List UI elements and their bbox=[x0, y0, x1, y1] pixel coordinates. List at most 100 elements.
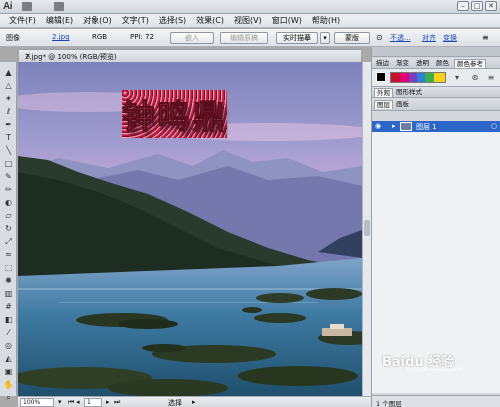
align-link[interactable]: 对齐 bbox=[422, 33, 436, 43]
tab-graphic-styles[interactable]: 图形样式 bbox=[394, 88, 424, 97]
zoom-dropdown-icon[interactable]: ▾ bbox=[58, 398, 62, 406]
layers-panel-tabs: 图层 画板 bbox=[372, 99, 500, 111]
last-artboard-icon[interactable]: ⏭ bbox=[114, 398, 120, 407]
hand-tool-icon[interactable]: ✋ bbox=[3, 379, 14, 390]
artboard-canvas[interactable]: 钟鸣鼎 bbox=[18, 62, 362, 396]
menu-effect[interactable]: 效果(C) bbox=[191, 15, 229, 26]
blend-tool-icon[interactable]: ◎ bbox=[3, 340, 14, 351]
base-color-swatch[interactable] bbox=[376, 72, 386, 82]
status-menu-icon[interactable]: ▸ bbox=[192, 398, 196, 406]
free-transform-tool-icon[interactable]: ⬚ bbox=[3, 262, 14, 273]
magic-wand-tool-icon[interactable]: ✶ bbox=[3, 93, 14, 104]
eyedropper-tool-icon[interactable]: ⁄ bbox=[3, 327, 14, 338]
vertical-scrollbar[interactable] bbox=[362, 62, 371, 396]
edit-original-button[interactable]: 编辑原稿 bbox=[220, 32, 268, 44]
mesh-tool-icon[interactable]: # bbox=[3, 301, 14, 312]
pencil-tool-icon[interactable]: ✏ bbox=[3, 184, 14, 195]
recolor-icon[interactable]: ⊙ bbox=[376, 33, 383, 42]
scrollbar-thumb[interactable] bbox=[364, 220, 370, 236]
layer-name[interactable]: 图层 1 bbox=[416, 122, 437, 132]
mask-button[interactable]: 蒙版 bbox=[334, 32, 370, 44]
menu-view[interactable]: 视图(V) bbox=[229, 15, 267, 26]
menu-object[interactable]: 对象(O) bbox=[78, 15, 117, 26]
first-artboard-icon[interactable]: ⏮ bbox=[68, 398, 74, 407]
minimize-button[interactable]: – bbox=[457, 1, 469, 11]
prev-artboard-icon[interactable]: ◂ bbox=[76, 398, 80, 406]
line-tool-icon[interactable]: ╲ bbox=[3, 145, 14, 156]
paintbrush-tool-icon[interactable]: ✎ bbox=[3, 171, 14, 182]
zoom-tool-icon[interactable]: ⌕ bbox=[3, 392, 14, 403]
type-tool-icon[interactable]: T bbox=[3, 132, 14, 143]
document-tab[interactable]: 2.jpg* @ 100% (RGB/预览) ✕ bbox=[18, 49, 362, 62]
live-paint-bucket-icon[interactable]: ◭ bbox=[3, 353, 14, 364]
selection-tool-icon[interactable]: ▲ bbox=[3, 67, 14, 78]
target-circle-icon[interactable]: ○ bbox=[491, 122, 497, 130]
tab-transparency[interactable]: 透明 bbox=[414, 59, 431, 68]
image-label: 图像 bbox=[6, 34, 20, 42]
tab-layers[interactable]: 图层 bbox=[374, 100, 393, 109]
layers-status: 1 个图层 bbox=[372, 395, 500, 407]
transform-link[interactable]: 变换 bbox=[443, 33, 457, 43]
visibility-eye-icon[interactable]: ◉ bbox=[375, 122, 383, 130]
harmony-dropdown-icon[interactable]: ▾ bbox=[452, 73, 462, 83]
panel-dock-header[interactable] bbox=[372, 47, 500, 57]
direct-selection-tool-icon[interactable]: △ bbox=[3, 80, 14, 91]
layer-thumbnail bbox=[400, 122, 412, 131]
rectangle-tool-icon[interactable]: □ bbox=[3, 158, 14, 169]
close-window-button[interactable]: ✕ bbox=[485, 1, 497, 11]
window-controls: – □ ✕ bbox=[457, 1, 497, 11]
tab-color-guide[interactable]: 颜色参考 bbox=[454, 59, 486, 68]
menu-bar: 文件(F) 编辑(E) 对象(O) 文字(T) 选择(S) 效果(C) 视图(V… bbox=[0, 14, 500, 28]
expand-triangle-icon[interactable]: ▸ bbox=[392, 122, 400, 130]
column-graph-tool-icon[interactable]: ▥ bbox=[3, 288, 14, 299]
menu-edit[interactable]: 编辑(E) bbox=[41, 15, 78, 26]
title-bar: Ai – □ ✕ bbox=[0, 0, 500, 14]
color-guide-row: ▾ ⊛ ≡ bbox=[372, 69, 500, 87]
close-document-icon[interactable]: ✕ bbox=[25, 52, 356, 60]
tools-panel: ▲ △ ✶ ℓ ✒ T ╲ □ ✎ ✏ ◐ ▱ ↻ ⤢ ≈ ⬚ ✺ ▥ # ◧ … bbox=[0, 62, 17, 402]
eraser-tool-icon[interactable]: ▱ bbox=[3, 210, 14, 221]
menu-window[interactable]: 窗口(W) bbox=[267, 15, 307, 26]
linked-file-link[interactable]: 2.jpg bbox=[52, 33, 70, 41]
menu-file[interactable]: 文件(F) bbox=[4, 15, 41, 26]
pen-tool-icon[interactable]: ✒ bbox=[3, 119, 14, 130]
layer-count: 1 个图层 bbox=[376, 400, 402, 407]
gradient-tool-icon[interactable]: ◧ bbox=[3, 314, 14, 325]
panel-options-icon[interactable]: ≡ bbox=[486, 73, 496, 83]
lasso-tool-icon[interactable]: ℓ bbox=[3, 106, 14, 117]
menu-select[interactable]: 选择(S) bbox=[154, 15, 191, 26]
panel-menu-icon[interactable]: ≡ bbox=[482, 33, 489, 42]
tab-gradient[interactable]: 渐变 bbox=[394, 59, 411, 68]
current-tool-label[interactable]: 选择 bbox=[168, 398, 182, 407]
tab-color[interactable]: 颜色 bbox=[434, 59, 451, 68]
workspace-icon[interactable] bbox=[22, 2, 32, 11]
tab-stroke[interactable]: 描边 bbox=[374, 59, 391, 68]
embed-button[interactable]: 嵌入 bbox=[170, 32, 214, 44]
appearance-panel-tabs: 外观 图形样式 bbox=[372, 87, 500, 98]
menu-help[interactable]: 帮助(H) bbox=[307, 15, 345, 26]
warp-tool-icon[interactable]: ≈ bbox=[3, 249, 14, 260]
harmony-colors-strip[interactable] bbox=[390, 72, 446, 83]
next-artboard-icon[interactable]: ▸ bbox=[106, 398, 110, 406]
zoom-field[interactable]: 100% bbox=[20, 398, 54, 407]
menu-type[interactable]: 文字(T) bbox=[117, 15, 154, 26]
tab-appearance[interactable]: 外观 bbox=[374, 88, 393, 97]
trace-options-dropdown[interactable]: ▾ bbox=[320, 32, 330, 44]
headline-text[interactable]: 钟鸣鼎 bbox=[122, 90, 227, 138]
rotate-tool-icon[interactable]: ↻ bbox=[3, 223, 14, 234]
arrange-documents-icon[interactable] bbox=[54, 2, 64, 11]
tab-artboards[interactable]: 画板 bbox=[394, 100, 411, 109]
live-trace-button[interactable]: 实时描摹 bbox=[276, 32, 318, 44]
status-bar: 100% ▾ ⏮ ◂ 1 ▸ ⏭ 选择 ▸ bbox=[18, 396, 371, 407]
opacity-link[interactable]: 不透... bbox=[390, 33, 411, 43]
maximize-button[interactable]: □ bbox=[471, 1, 483, 11]
color-mode-label: RGB bbox=[92, 33, 108, 41]
artboard-tool-icon[interactable]: ▣ bbox=[3, 366, 14, 377]
blob-brush-tool-icon[interactable]: ◐ bbox=[3, 197, 14, 208]
artboard-number-field[interactable]: 1 bbox=[84, 398, 102, 407]
symbol-sprayer-tool-icon[interactable]: ✺ bbox=[3, 275, 14, 286]
scale-tool-icon[interactable]: ⤢ bbox=[3, 236, 14, 247]
layer-row[interactable]: ◉ ▸ 图层 1 ○ bbox=[372, 121, 500, 132]
recolor-artwork-icon[interactable]: ⊛ bbox=[470, 73, 480, 83]
control-bar: 图像 2.jpg RGB PPI: 72 嵌入 编辑原稿 实时描摹 ▾ 蒙版 ⊙… bbox=[0, 29, 500, 47]
